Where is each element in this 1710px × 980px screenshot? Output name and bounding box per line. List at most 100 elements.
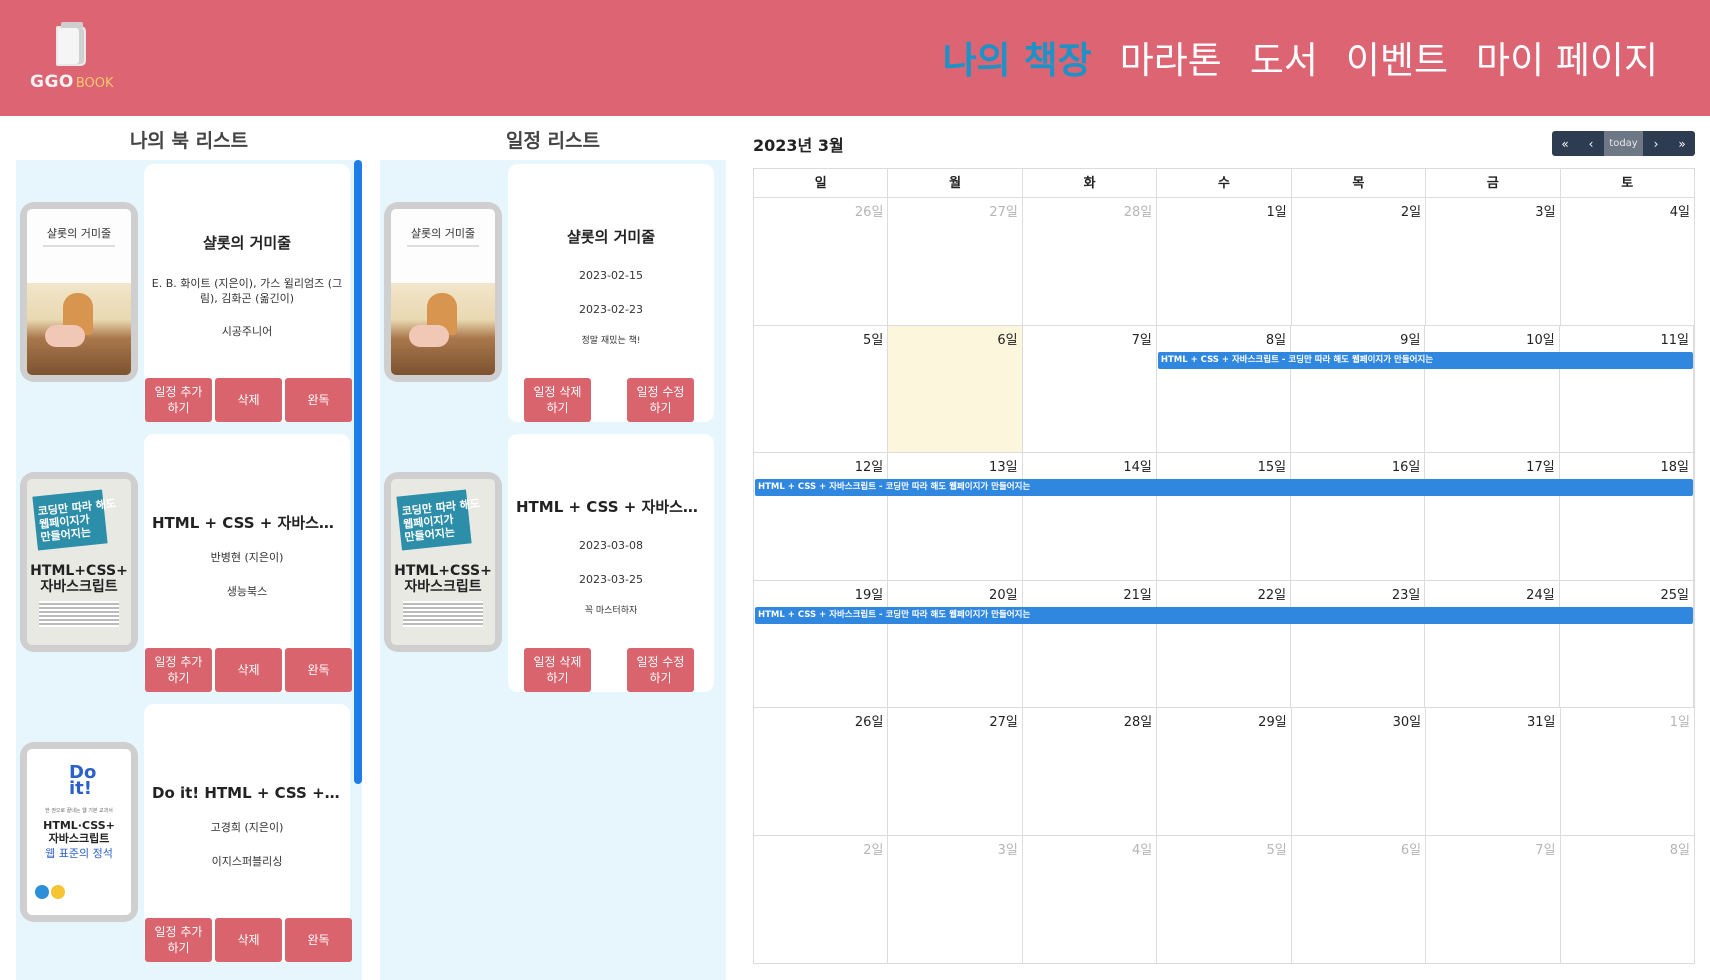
calendar-day[interactable]: 3일 [1426, 198, 1561, 325]
next-year-button[interactable]: » [1669, 131, 1695, 156]
calendar-day[interactable]: 27일 [888, 708, 1023, 835]
calendar-day[interactable]: 20일 [888, 580, 1023, 707]
prev-year-button[interactable]: « [1552, 131, 1578, 156]
edit-schedule-button[interactable]: 일정 수정 하기 [627, 378, 694, 422]
calendar-day[interactable]: 1일 [1561, 708, 1694, 835]
book-list-scrollbar[interactable] [354, 160, 362, 784]
calendar-day[interactable]: 28일 [1023, 708, 1158, 835]
calendar-day[interactable]: 26일 [754, 198, 889, 325]
calendar-day[interactable]: 10일 [1425, 325, 1560, 452]
calendar-day[interactable]: 1일 [1157, 198, 1292, 325]
calendar-day[interactable]: 2일 [754, 835, 889, 963]
cover-subtitle: 코딩만 따라 해도 웹페이지가 만들어지는 [401, 497, 481, 544]
calendar-day[interactable]: 25일 [1560, 580, 1694, 707]
nav-marathon[interactable]: 마라톤 [1120, 30, 1222, 84]
nav-books[interactable]: 도서 [1250, 30, 1318, 84]
calendar-day[interactable]: 23일 [1291, 580, 1426, 707]
calendar-event[interactable]: HTML + CSS + 자바스크립트 - 코딩만 따라 해도 웹페이지가 만들… [755, 606, 1693, 624]
calendar-day[interactable]: 18일 [1560, 453, 1694, 580]
calendar-day[interactable]: 5일 [1157, 835, 1292, 963]
day-number: 9일 [1400, 332, 1421, 348]
delete-button[interactable]: 삭제 [215, 378, 282, 422]
cover-logo: Do it! [69, 762, 97, 799]
day-number: 6일 [1400, 842, 1422, 858]
add-schedule-button[interactable]: 일정 추가 하기 [145, 648, 212, 692]
day-number: 19일 [854, 587, 884, 603]
day-number: 11일 [1660, 332, 1689, 348]
calendar-day[interactable]: 29일 [1157, 708, 1292, 835]
calendar-event[interactable]: HTML + CSS + 자바스크립트 - 코딩만 따라 해도 웹페이지가 만들… [755, 479, 1693, 496]
finish-reading-button[interactable]: 완독 [285, 648, 352, 692]
logo-subtext: BOOK [75, 76, 114, 91]
calendar-day[interactable]: 30일 [1292, 708, 1427, 835]
calendar-day[interactable]: 8일 [1157, 325, 1292, 452]
finish-reading-button[interactable]: 완독 [285, 918, 352, 962]
calendar-day[interactable]: 5일 [754, 325, 889, 452]
calendar-day[interactable]: 4일 [1561, 198, 1694, 325]
book-logo-icon [56, 22, 86, 66]
schedule-card: 샬롯의 거미줄 샬롯의 거미줄 2023-02-15 2023-02-23 정말… [380, 160, 718, 422]
day-number: 3일 [997, 842, 1018, 858]
calendar-day[interactable]: 27일 [888, 198, 1023, 325]
calendar-day[interactable]: 19일 [754, 580, 889, 707]
day-number: 28일 [1123, 205, 1153, 220]
day-number: 1일 [1669, 715, 1690, 730]
calendar-day[interactable]: 8일 [1561, 836, 1694, 964]
calendar-day[interactable]: 16일 [1291, 453, 1426, 580]
calendar-day[interactable]: 22일 [1157, 580, 1292, 707]
schedule-memo: 꼭 마스터하자 [584, 606, 638, 616]
book-cover: 코딩만 따라 해도 웹페이지가 만들어지는 HTML+CSS+ 자바스크립트 [384, 472, 502, 652]
calendar-day[interactable]: 14일 [1023, 453, 1157, 580]
calendar-day[interactable]: 21일 [1023, 580, 1157, 707]
add-schedule-button[interactable]: 일정 추가 하기 [145, 918, 212, 962]
calendar-day[interactable]: 4일 [1023, 835, 1158, 963]
calendar-day[interactable]: 28일 [1023, 198, 1158, 325]
day-number: 25일 [1660, 587, 1689, 603]
calendar-event[interactable]: HTML + CSS + 자바스크립트 - 코딩만 따라 해도 웹페이지가 만들… [1157, 351, 1693, 369]
next-month-button[interactable]: › [1643, 131, 1669, 156]
calendar-week-row: 2일 3일 4일 5일 6일 7일 8일 [754, 835, 1694, 964]
weekday-label: 목 [1292, 169, 1427, 197]
prev-month-button[interactable]: ‹ [1578, 131, 1604, 156]
day-number: 16일 [1391, 460, 1421, 475]
calendar-day[interactable]: 15일 [1157, 453, 1292, 580]
book-list-title: 나의 북 리스트 [129, 130, 249, 152]
calendar-week-row: 26일 27일 28일 29일 30일 31일 1일 [754, 708, 1694, 836]
edit-schedule-button[interactable]: 일정 수정 하기 [627, 648, 694, 692]
day-number: 20일 [989, 587, 1018, 603]
day-number: 29일 [1258, 715, 1287, 730]
calendar-weekday-header: 일 월 화 수 목 금 토 [754, 169, 1694, 198]
calendar-day[interactable]: 12일 [754, 453, 889, 580]
delete-schedule-button[interactable]: 일정 삭제 하기 [524, 648, 591, 692]
calendar-day[interactable]: 26일 [754, 708, 889, 835]
day-number: 13일 [989, 460, 1018, 475]
calendar-day[interactable]: 3일 [888, 835, 1023, 963]
delete-schedule-button[interactable]: 일정 삭제 하기 [524, 378, 591, 422]
day-number: 7일 [1131, 332, 1152, 348]
nav-my-bookshelf[interactable]: 나의 책장 [943, 30, 1092, 84]
delete-button[interactable]: 삭제 [215, 918, 282, 962]
day-number: 10일 [1526, 332, 1555, 348]
logo[interactable]: GGO BOOK [28, 22, 118, 94]
day-number: 8일 [1265, 332, 1287, 348]
calendar-day-today[interactable]: 6일 [888, 325, 1023, 452]
calendar-day[interactable]: 11일 [1560, 325, 1694, 452]
book-author: E. B. 화이트 (지은이), 가스 윌리엄즈 (그림), 김화곤 (옮긴이) [151, 277, 343, 305]
nav-events[interactable]: 이벤트 [1346, 30, 1448, 84]
weekday-label: 월 [888, 169, 1023, 197]
finish-reading-button[interactable]: 완독 [285, 378, 352, 422]
add-schedule-button[interactable]: 일정 추가 하기 [145, 378, 212, 422]
calendar-day[interactable]: 17일 [1425, 453, 1560, 580]
calendar-day[interactable]: 2일 [1292, 198, 1427, 325]
calendar-day[interactable]: 13일 [888, 453, 1023, 580]
calendar-day[interactable]: 6일 [1292, 835, 1427, 963]
calendar-day[interactable]: 24일 [1425, 580, 1560, 707]
today-button[interactable]: today [1604, 131, 1643, 156]
calendar-week-row: 12일 13일 14일 15일 16일 17일 18일 HTML + CSS + 자바스크립트… [754, 453, 1694, 581]
nav-my-page[interactable]: 마이 페이지 [1476, 30, 1658, 84]
calendar-day[interactable]: 7일 [1023, 325, 1157, 452]
calendar-day[interactable]: 31일 [1426, 708, 1561, 835]
calendar-day[interactable]: 9일 [1291, 325, 1426, 452]
delete-button[interactable]: 삭제 [215, 648, 282, 692]
calendar-day[interactable]: 7일 [1426, 835, 1561, 963]
